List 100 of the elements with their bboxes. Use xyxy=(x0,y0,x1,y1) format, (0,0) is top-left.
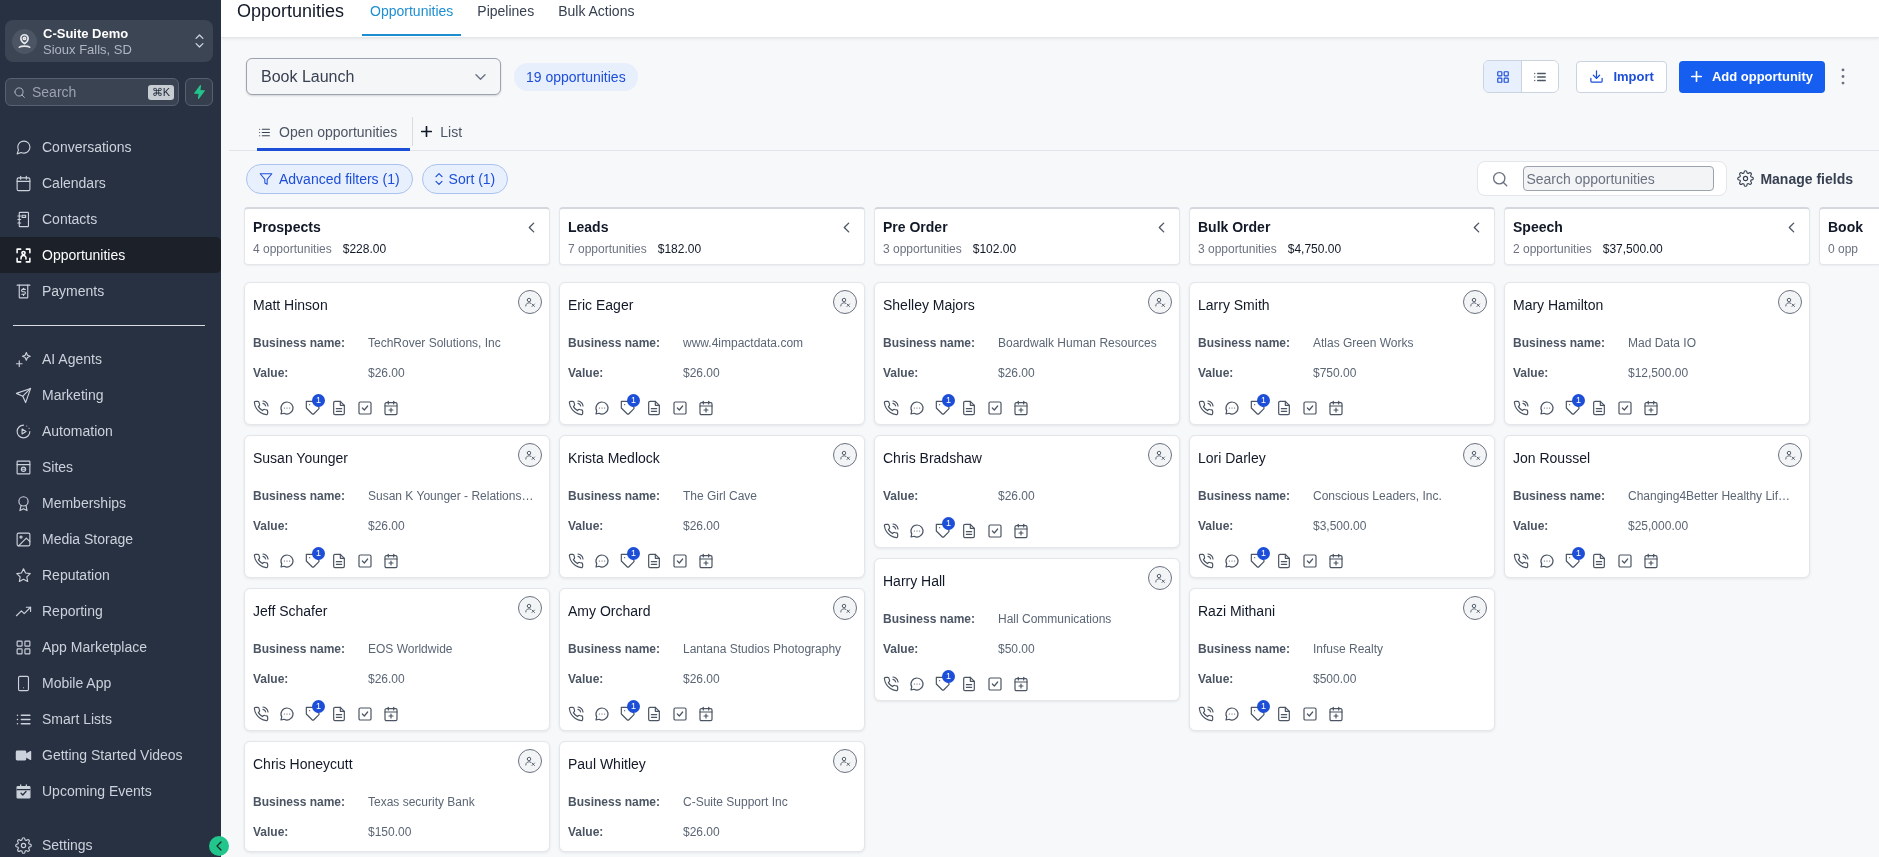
chat-dots-icon[interactable] xyxy=(279,400,295,416)
chat-dots-icon[interactable] xyxy=(594,706,610,722)
opportunity-card[interactable]: Krista Medlock Business name: The Girl Cave Value: $26.00 1 xyxy=(559,435,865,578)
document-icon[interactable] xyxy=(331,400,347,416)
opportunity-card[interactable]: Lori Darley Business name: Conscious Leaders, Inc. Value: $3,500.00 1 xyxy=(1189,435,1495,578)
calendar-plus-icon[interactable] xyxy=(1013,676,1029,692)
checkbox-icon[interactable] xyxy=(1302,553,1318,569)
nav-tab[interactable]: Bulk Actions xyxy=(550,0,643,36)
calendar-plus-icon[interactable] xyxy=(383,400,399,416)
sidebar-item[interactable]: Sites xyxy=(0,449,221,485)
sort-button[interactable]: Sort (1) xyxy=(421,163,509,194)
phone-icon[interactable] xyxy=(253,400,269,416)
avatar-button[interactable] xyxy=(833,290,857,314)
phone-icon[interactable] xyxy=(883,676,899,692)
calendar-plus-icon[interactable] xyxy=(1328,553,1344,569)
sidebar-item[interactable]: Media Storage xyxy=(0,521,221,557)
document-icon[interactable] xyxy=(646,400,662,416)
opportunity-card[interactable]: Jeff Schafer Business name: EOS Worldwide Value: $26.00 1 xyxy=(244,588,550,731)
phone-icon[interactable] xyxy=(568,706,584,722)
phone-icon[interactable] xyxy=(883,523,899,539)
avatar-button[interactable] xyxy=(1148,443,1172,467)
sidebar-item[interactable]: Calendars xyxy=(0,165,221,201)
grid-view-button[interactable] xyxy=(1484,61,1522,92)
avatar-button[interactable] xyxy=(833,749,857,773)
add-list-button[interactable]: List xyxy=(421,123,463,140)
phone-icon[interactable] xyxy=(883,400,899,416)
avatar-button[interactable] xyxy=(518,596,542,620)
search-input[interactable]: Search xyxy=(32,84,142,100)
opportunity-card[interactable]: Razi Mithani Business name: Infuse Realty Value: $500.00 1 xyxy=(1189,588,1495,731)
sidebar-item[interactable]: Payments xyxy=(0,273,221,309)
chat-dots-icon[interactable] xyxy=(279,706,295,722)
avatar-button[interactable] xyxy=(1148,290,1172,314)
phone-icon[interactable] xyxy=(253,706,269,722)
chevron-left-icon[interactable] xyxy=(528,222,535,233)
list-view-button[interactable] xyxy=(1521,61,1559,92)
checkbox-icon[interactable] xyxy=(1617,400,1633,416)
chevron-left-icon[interactable] xyxy=(1788,222,1795,233)
search-field[interactable]: Search ⌘K xyxy=(5,78,179,106)
opportunity-card[interactable]: Jon Roussel Business name: Changing4Better Healthy Lif… Value: $25,000.00 1 xyxy=(1504,435,1810,578)
checkbox-icon[interactable] xyxy=(672,400,688,416)
calendar-plus-icon[interactable] xyxy=(1643,400,1659,416)
calendar-plus-icon[interactable] xyxy=(698,706,714,722)
avatar-button[interactable] xyxy=(833,443,857,467)
checkbox-icon[interactable] xyxy=(987,523,1003,539)
search-field[interactable]: Search opportunities xyxy=(1523,166,1715,191)
sidebar-item[interactable]: Reputation xyxy=(0,557,221,593)
chat-dots-icon[interactable] xyxy=(594,400,610,416)
sidebar-item[interactable]: Smart Lists xyxy=(0,701,221,737)
chat-dots-icon[interactable] xyxy=(1224,400,1240,416)
phone-icon[interactable] xyxy=(1198,400,1214,416)
chevron-left-icon[interactable] xyxy=(1473,222,1480,233)
chat-dots-icon[interactable] xyxy=(1539,553,1555,569)
pipeline-dropdown[interactable]: Book Launch xyxy=(246,58,501,95)
calendar-plus-icon[interactable] xyxy=(698,553,714,569)
calendar-plus-icon[interactable] xyxy=(1328,706,1344,722)
document-icon[interactable] xyxy=(646,553,662,569)
nav-tab[interactable]: Pipelines xyxy=(469,0,543,36)
document-icon[interactable] xyxy=(1591,400,1607,416)
avatar-button[interactable] xyxy=(518,290,542,314)
phone-icon[interactable] xyxy=(253,553,269,569)
opportunity-card[interactable]: Chris Bradshaw Value: $26.00 1 xyxy=(874,435,1180,548)
document-icon[interactable] xyxy=(961,523,977,539)
opportunity-card[interactable]: Mary Hamilton Business name: Mad Data IO Value: $12,500.00 1 xyxy=(1504,282,1810,425)
sidebar-item[interactable]: Memberships xyxy=(0,485,221,521)
document-icon[interactable] xyxy=(1276,400,1292,416)
avatar-button[interactable] xyxy=(518,749,542,773)
checkbox-icon[interactable] xyxy=(1617,553,1633,569)
sidebar-item[interactable]: Upcoming Events xyxy=(0,773,221,809)
quick-action-button[interactable] xyxy=(185,78,213,106)
calendar-plus-icon[interactable] xyxy=(698,400,714,416)
sidebar-item[interactable]: Opportunities xyxy=(0,237,221,273)
chevron-left-icon[interactable] xyxy=(1158,222,1165,233)
chevron-left-icon[interactable] xyxy=(843,222,850,233)
opportunity-card[interactable]: Harry Hall Business name: Hall Communications Value: $50.00 1 xyxy=(874,558,1180,701)
chat-dots-icon[interactable] xyxy=(909,676,925,692)
sidebar-item[interactable]: Mobile App xyxy=(0,665,221,701)
avatar-button[interactable] xyxy=(1463,290,1487,314)
add-opportunity-button[interactable]: Add opportunity xyxy=(1678,60,1825,93)
checkbox-icon[interactable] xyxy=(1302,706,1318,722)
opportunity-card[interactable]: Susan Younger Business name: Susan K Younger - Relations… Value: $26.00 1 xyxy=(244,435,550,578)
checkbox-icon[interactable] xyxy=(357,706,373,722)
checkbox-icon[interactable] xyxy=(987,400,1003,416)
chat-dots-icon[interactable] xyxy=(1539,400,1555,416)
document-icon[interactable] xyxy=(1276,553,1292,569)
advanced-filters-button[interactable]: Advanced filters (1) xyxy=(246,163,413,194)
avatar-button[interactable] xyxy=(1463,596,1487,620)
sidebar-item[interactable]: Reporting xyxy=(0,593,221,629)
opportunity-card[interactable]: Larry Smith Business name: Atlas Green Works Value: $750.00 1 xyxy=(1189,282,1495,425)
avatar-button[interactable] xyxy=(518,443,542,467)
opportunity-card[interactable]: Eric Eager Business name: www.4impactdata.com Value: $26.00 1 xyxy=(559,282,865,425)
import-button[interactable]: Import xyxy=(1576,60,1667,93)
sidebar-item[interactable]: Settings xyxy=(0,833,107,857)
phone-icon[interactable] xyxy=(1513,400,1529,416)
calendar-plus-icon[interactable] xyxy=(1013,523,1029,539)
checkbox-icon[interactable] xyxy=(1302,400,1318,416)
chat-dots-icon[interactable] xyxy=(279,553,295,569)
calendar-plus-icon[interactable] xyxy=(1328,400,1344,416)
calendar-plus-icon[interactable] xyxy=(1643,553,1659,569)
avatar-button[interactable] xyxy=(1148,566,1172,590)
location-switcher[interactable]: C-Suite Demo Sioux Falls, SD xyxy=(5,20,213,62)
